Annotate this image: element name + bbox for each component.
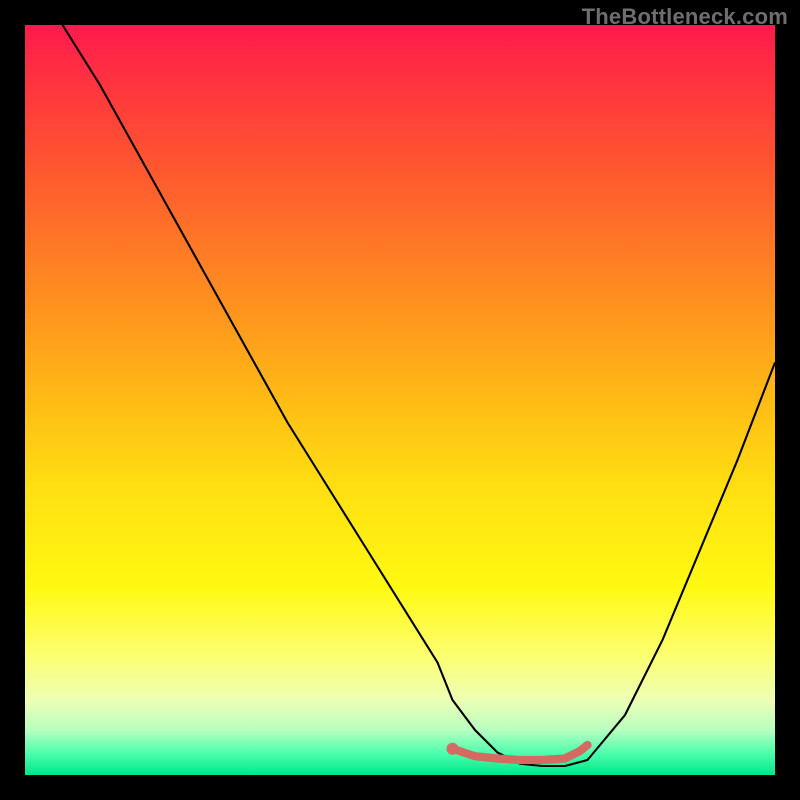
optimal-zone-start-dot [447,743,459,755]
bottleneck-curve [63,25,776,766]
chart-svg [25,25,775,775]
plot-area [25,25,775,775]
optimal-zone-marker [453,745,588,760]
chart-frame: TheBottleneck.com [0,0,800,800]
